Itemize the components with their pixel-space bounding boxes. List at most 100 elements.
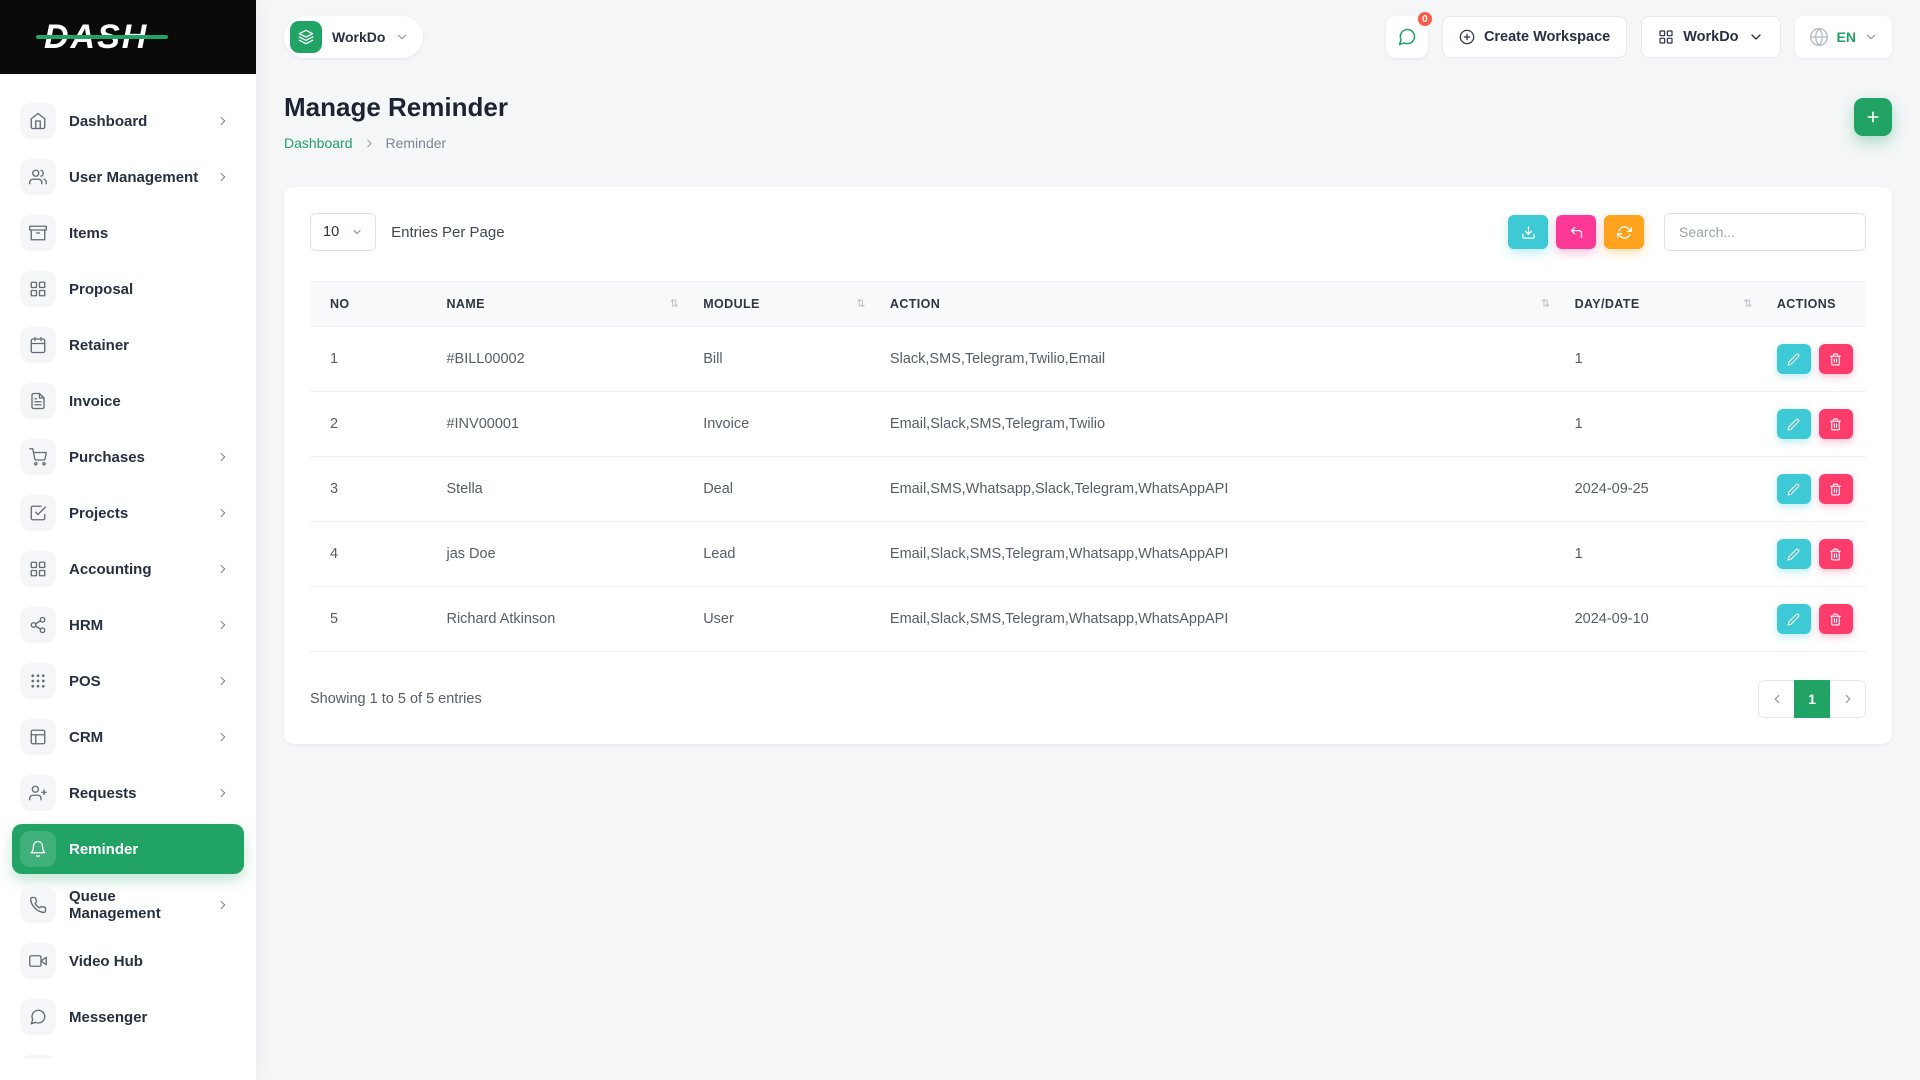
reminder-card: 10 Entries Per Page xyxy=(284,187,1892,744)
refresh-button[interactable] xyxy=(1604,215,1644,249)
workspace-avatar-icon xyxy=(290,21,322,53)
chevron-right-icon xyxy=(363,137,376,150)
sidebar-item-proposal[interactable]: Proposal xyxy=(12,264,244,314)
messages-button[interactable]: 0 xyxy=(1386,16,1428,58)
cell-name: Richard Atkinson xyxy=(434,587,691,652)
delete-button[interactable] xyxy=(1819,604,1853,634)
sort-icon: ⇅ xyxy=(1743,297,1753,310)
sidebar-item-pos[interactable]: POS xyxy=(12,656,244,706)
column-header-actions: ACTIONS xyxy=(1765,282,1866,327)
chevron-right-icon xyxy=(216,786,230,800)
sidebar-item-label: Retainer xyxy=(69,337,129,354)
plus-icon xyxy=(1865,109,1881,125)
edit-button[interactable] xyxy=(1777,539,1811,569)
edit-button[interactable] xyxy=(1777,344,1811,374)
pagination-next-button[interactable] xyxy=(1830,680,1866,718)
workspace-switcher[interactable]: WorkDo xyxy=(284,16,423,58)
cell-action: Slack,SMS,Telegram,Twilio,Email xyxy=(878,327,1563,392)
chevron-right-icon xyxy=(216,450,230,464)
sidebar-item-retainer[interactable]: Retainer xyxy=(12,320,244,370)
workspace-label: WorkDo xyxy=(332,29,385,45)
message-icon xyxy=(20,999,56,1035)
cell-action: Email,Slack,SMS,Telegram,Whatsapp,WhatsA… xyxy=(878,587,1563,652)
entries-per-page-select[interactable]: 10 xyxy=(310,213,376,251)
refresh-icon xyxy=(1617,225,1632,240)
language-selector[interactable]: EN xyxy=(1795,16,1892,58)
column-header-module[interactable]: MODULE⇅ xyxy=(691,282,878,327)
sidebar-item-helpdesk[interactable]: Helpdesk xyxy=(12,1048,244,1058)
grid-icon xyxy=(1658,29,1674,45)
pagination-page-1[interactable]: 1 xyxy=(1794,680,1830,718)
column-header-no[interactable]: NO xyxy=(310,282,434,327)
search-input[interactable] xyxy=(1664,213,1866,251)
table-row: 1 #BILL00002 Bill Slack,SMS,Telegram,Twi… xyxy=(310,327,1866,392)
phone-icon xyxy=(20,887,56,923)
breadcrumb-dashboard-link[interactable]: Dashboard xyxy=(284,135,353,151)
chevron-down-icon xyxy=(1864,30,1878,44)
language-code: EN xyxy=(1837,29,1856,45)
column-header-name[interactable]: NAME⇅ xyxy=(434,282,691,327)
chevron-right-icon xyxy=(216,562,230,576)
download-icon xyxy=(1521,225,1536,240)
delete-button[interactable] xyxy=(1819,344,1853,374)
reset-button[interactable] xyxy=(1556,215,1596,249)
sidebar-item-messenger[interactable]: Messenger xyxy=(12,992,244,1042)
edit-button[interactable] xyxy=(1777,604,1811,634)
sidebar-item-label: Proposal xyxy=(69,281,133,298)
column-header-action[interactable]: ACTION⇅ xyxy=(878,282,1563,327)
sidebar-item-items[interactable]: Items xyxy=(12,208,244,258)
trash-icon xyxy=(1829,418,1842,431)
workspace-dropdown-button[interactable]: WorkDo xyxy=(1641,16,1780,58)
chevron-right-icon xyxy=(216,618,230,632)
sidebar-item-video-hub[interactable]: Video Hub xyxy=(12,936,244,986)
edit-button[interactable] xyxy=(1777,409,1811,439)
grid-icon xyxy=(20,551,56,587)
breadcrumb: Dashboard Reminder xyxy=(284,135,508,151)
chevron-down-icon xyxy=(395,30,409,44)
sidebar-item-label: User Management xyxy=(69,169,198,186)
sidebar-item-accounting[interactable]: Accounting xyxy=(12,544,244,594)
chevron-right-icon xyxy=(216,674,230,688)
chevron-down-icon xyxy=(1748,29,1764,45)
share-network-icon xyxy=(20,607,56,643)
create-workspace-button[interactable]: Create Workspace xyxy=(1442,16,1627,58)
sidebar-item-label: Accounting xyxy=(69,561,152,578)
sidebar-item-invoice[interactable]: Invoice xyxy=(12,376,244,426)
pagination-prev-button[interactable] xyxy=(1758,680,1794,718)
pencil-icon xyxy=(1787,353,1800,366)
chevron-right-icon xyxy=(216,730,230,744)
trash-icon xyxy=(1829,483,1842,496)
trash-icon xyxy=(1829,353,1842,366)
table-row: 5 Richard Atkinson User Email,Slack,SMS,… xyxy=(310,587,1866,652)
column-header-day-date[interactable]: DAY/DATE⇅ xyxy=(1563,282,1765,327)
toolbar-right xyxy=(1508,213,1866,251)
sidebar-item-dashboard[interactable]: Dashboard xyxy=(12,96,244,146)
add-reminder-button[interactable] xyxy=(1854,98,1892,136)
sidebar-item-requests[interactable]: Requests xyxy=(12,768,244,818)
app-logo[interactable]: DASH xyxy=(44,18,148,57)
sidebar-item-user-management[interactable]: User Management xyxy=(12,152,244,202)
sidebar-item-hrm[interactable]: HRM xyxy=(12,600,244,650)
sidebar-item-reminder[interactable]: Reminder xyxy=(12,824,244,874)
edit-button[interactable] xyxy=(1777,474,1811,504)
delete-button[interactable] xyxy=(1819,539,1853,569)
grid-icon xyxy=(20,271,56,307)
sidebar-item-label: Requests xyxy=(69,785,137,802)
sidebar-item-queue-management[interactable]: Queue Management xyxy=(12,880,244,930)
delete-button[interactable] xyxy=(1819,409,1853,439)
showing-entries-text: Showing 1 to 5 of 5 entries xyxy=(310,691,482,707)
sidebar-item-projects[interactable]: Projects xyxy=(12,488,244,538)
cell-module: User xyxy=(691,587,878,652)
sort-icon: ⇅ xyxy=(1541,297,1551,310)
sort-icon: ⇅ xyxy=(856,297,866,310)
pencil-icon xyxy=(1787,418,1800,431)
sidebar-item-purchases[interactable]: Purchases xyxy=(12,432,244,482)
delete-button[interactable] xyxy=(1819,474,1853,504)
sidebar-item-label: Reminder xyxy=(69,841,138,858)
trash-icon xyxy=(1829,548,1842,561)
sidebar-item-crm[interactable]: CRM xyxy=(12,712,244,762)
sidebar-item-label: Purchases xyxy=(69,449,145,466)
breadcrumb-current: Reminder xyxy=(386,135,447,151)
cell-action: Email,SMS,Whatsapp,Slack,Telegram,WhatsA… xyxy=(878,457,1563,522)
export-button[interactable] xyxy=(1508,215,1548,249)
